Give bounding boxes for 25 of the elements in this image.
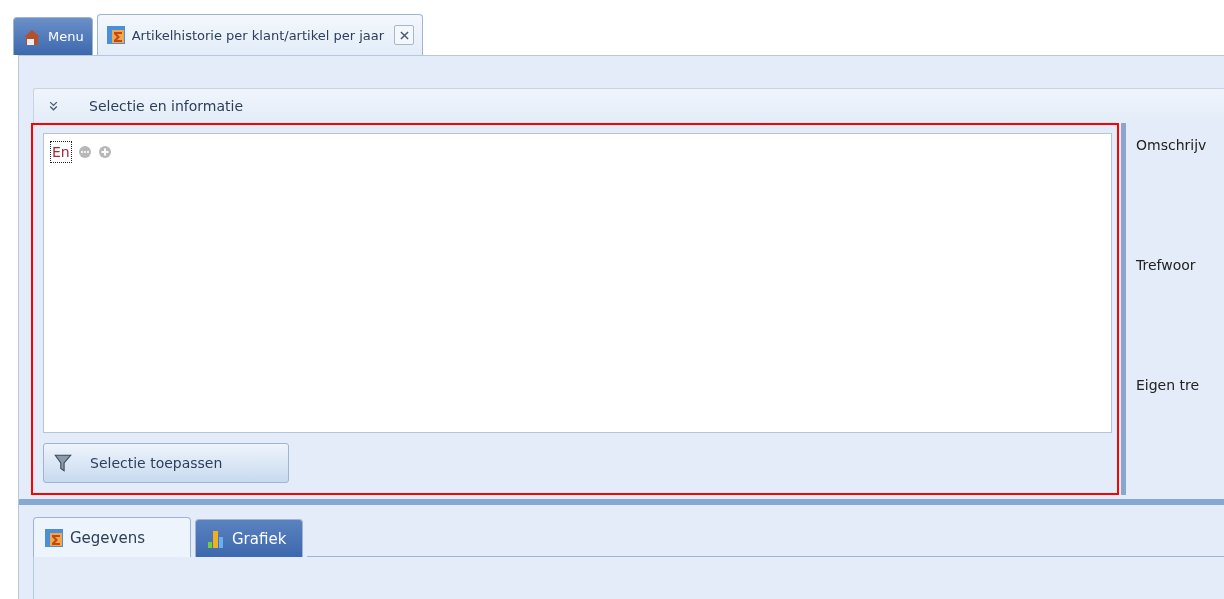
chevron-icon	[48, 100, 59, 112]
operator-link[interactable]: En	[50, 141, 72, 163]
sigma-report-icon	[105, 25, 126, 45]
field-label: Trefwoor	[1136, 257, 1197, 273]
document-tab[interactable]: Menu	[13, 17, 93, 55]
view-tab[interactable]: Grafiek	[195, 519, 304, 557]
group-title: Selectie en informatie	[89, 98, 244, 114]
tab-label: Menu	[48, 29, 84, 44]
add-icon[interactable]	[97, 145, 112, 159]
field-label: Eigen tre	[1136, 377, 1201, 393]
close-icon[interactable]	[394, 25, 415, 45]
bar-chart-icon	[206, 528, 226, 549]
tab-label: Grafiek	[232, 529, 287, 548]
filter-editor[interactable]: En	[43, 133, 1112, 433]
sigma-report-icon	[44, 527, 64, 548]
apply-selection-button[interactable]: Selectie toepassen	[43, 443, 289, 483]
tab-label: Artikelhistorie per klant/artikel per jaar	[131, 27, 385, 43]
funnel-icon	[52, 452, 74, 474]
view-tab[interactable]: Gegevens	[33, 517, 191, 557]
group-header[interactable]: Selectie en informatie	[33, 88, 1224, 123]
splitter-handle[interactable]	[1121, 123, 1126, 495]
field-label: Omschrijv	[1136, 137, 1208, 153]
tab-label: Gegevens	[70, 528, 146, 547]
ellipsis-icon[interactable]	[77, 145, 92, 159]
document-tab[interactable]: Artikelhistorie per klant/artikel per jaar	[96, 14, 424, 55]
